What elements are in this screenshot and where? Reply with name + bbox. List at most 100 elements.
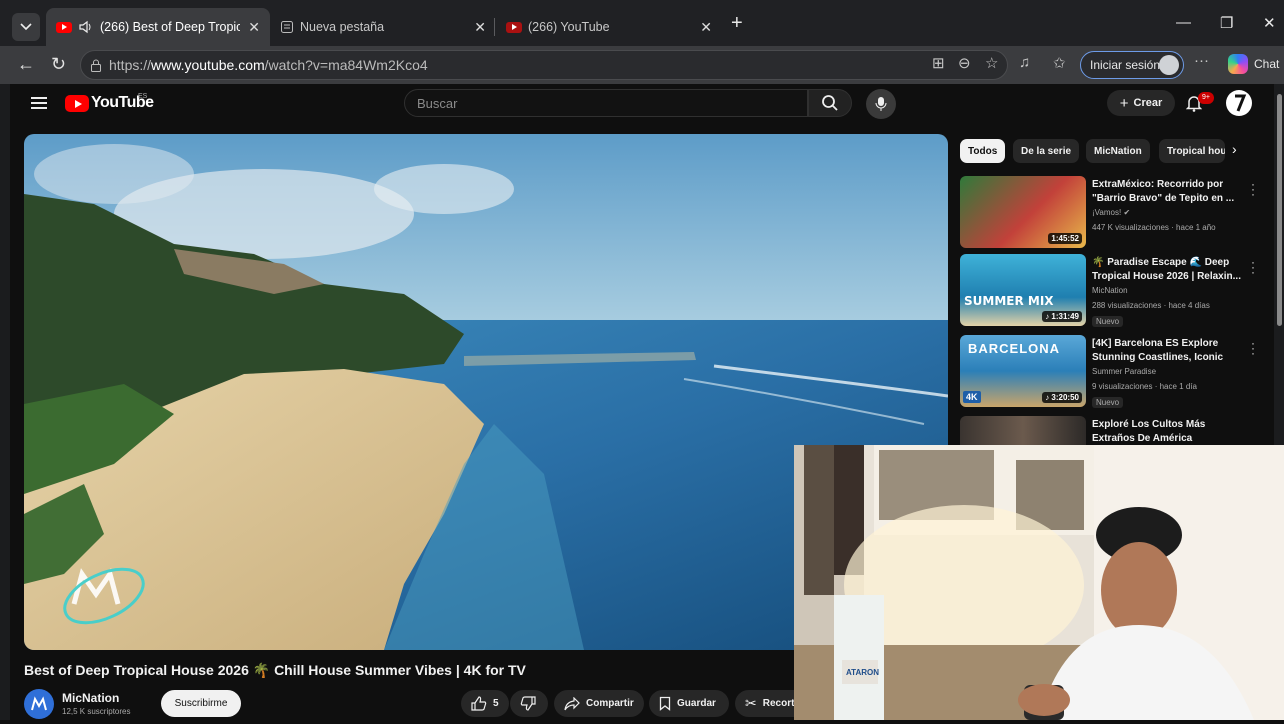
recommendation-meta: 9 visualizaciones · hace 1 día bbox=[1092, 382, 1197, 391]
recommendation-channel: MicNation bbox=[1092, 286, 1128, 295]
video-duration: ♪ 3:20:50 bbox=[1042, 392, 1082, 403]
tab-new-tab[interactable]: Nueva pestaña ✕ bbox=[270, 8, 496, 46]
chip-todos[interactable]: Todos bbox=[960, 139, 1006, 163]
recommendation-channel: ¡Vamos! ✔ bbox=[1092, 208, 1131, 217]
url-path: /watch?v=ma84Wm2Kco4 bbox=[264, 57, 428, 73]
profile-avatar-icon bbox=[1159, 55, 1179, 75]
thumbs-down-icon bbox=[520, 696, 536, 711]
tab-title: (266) Best of Deep Tropical House 2026 🌴… bbox=[100, 19, 241, 34]
4k-badge: 4K bbox=[963, 391, 981, 403]
tab-youtube[interactable]: (266) YouTube ✕ bbox=[496, 8, 722, 46]
recommendation-item[interactable]: SUMMER MIX ♪ 1:31:49 🌴 Paradise Escape 🌊… bbox=[960, 254, 1260, 328]
more-vert-icon[interactable]: · · · bbox=[1251, 178, 1255, 200]
favorite-star-icon[interactable]: ☆ bbox=[985, 54, 998, 72]
save-button[interactable]: Guardar bbox=[649, 690, 729, 717]
scrollbar-thumb[interactable] bbox=[1277, 94, 1282, 326]
country-code: ES bbox=[138, 93, 148, 100]
recommendation-title[interactable]: Exploré Los Cultos Más Extraños De Améri… bbox=[1092, 418, 1242, 446]
video-thumbnail[interactable]: 1:45:52 bbox=[960, 176, 1086, 248]
sign-in-label: Iniciar sesión bbox=[1090, 58, 1161, 72]
restore-icon[interactable]: ❐ bbox=[1220, 14, 1233, 32]
video-thumbnail[interactable]: SUMMER MIX ♪ 1:31:49 bbox=[960, 254, 1086, 326]
app-available-icon[interactable]: ⊞ bbox=[932, 54, 945, 72]
browser-toolbar: ← ↻ https://www.youtube.com/watch?v=ma84… bbox=[0, 46, 1284, 84]
tab-actions-button[interactable] bbox=[12, 13, 40, 41]
verified-check-icon: ✔ bbox=[1123, 208, 1131, 217]
tab-divider bbox=[494, 18, 495, 36]
page-frame-left bbox=[0, 84, 10, 720]
menu-icon[interactable] bbox=[31, 97, 47, 109]
more-vert-icon[interactable]: · · · bbox=[1251, 256, 1255, 278]
thumbnail-text: SUMMER MIX bbox=[964, 294, 1054, 308]
new-badge: Nuevo bbox=[1092, 316, 1124, 327]
new-tab-plus-icon[interactable]: + bbox=[731, 12, 743, 35]
video-thumbnail[interactable] bbox=[960, 416, 1086, 446]
share-label: Compartir bbox=[586, 698, 634, 709]
create-button[interactable]: + Crear bbox=[1107, 90, 1175, 116]
bookmark-icon bbox=[659, 696, 671, 711]
tab-video[interactable]: (266) Best of Deep Tropical House 2026 🌴… bbox=[46, 8, 270, 46]
like-button[interactable]: 5 bbox=[461, 690, 509, 717]
channel-avatar[interactable] bbox=[24, 689, 54, 719]
recommendation-channel: Summer Paradise bbox=[1092, 367, 1157, 376]
search-input[interactable]: Buscar bbox=[404, 89, 808, 117]
recommendation-meta: 288 visualizaciones · hace 4 días bbox=[1092, 301, 1210, 310]
youtube-favicon-icon bbox=[506, 21, 522, 33]
zoom-icon[interactable]: ⊖ bbox=[958, 54, 971, 72]
thumbs-up-icon bbox=[471, 696, 487, 711]
reload-icon[interactable]: ↻ bbox=[51, 54, 66, 75]
more-vert-icon[interactable]: · · · bbox=[1251, 337, 1255, 359]
youtube-logo-icon[interactable] bbox=[65, 95, 89, 112]
scissors-icon: ✂ bbox=[745, 695, 757, 711]
recommendation-title[interactable]: 🌴 Paradise Escape 🌊 Deep Tropical House … bbox=[1092, 256, 1242, 284]
thumbnail-text: BARCELONA bbox=[968, 341, 1061, 356]
account-logo-icon bbox=[1235, 94, 1247, 112]
subscriber-count: 12,5 K suscriptores bbox=[62, 707, 131, 716]
music-note-icon: ♪ bbox=[1045, 312, 1050, 321]
lock-icon bbox=[91, 59, 101, 72]
voice-search-button[interactable] bbox=[866, 89, 896, 119]
webcam-feed: ATARON bbox=[794, 445, 1284, 720]
search-button[interactable] bbox=[808, 89, 852, 117]
share-arrow-icon bbox=[564, 696, 580, 710]
channel-name[interactable]: MicNation bbox=[62, 691, 119, 705]
bottle-label: ATARON bbox=[846, 668, 879, 677]
url-domain: www.youtube.com bbox=[151, 57, 265, 73]
close-icon[interactable]: ✕ bbox=[474, 19, 486, 36]
close-icon[interactable]: ✕ bbox=[248, 19, 260, 36]
chat-label[interactable]: Chat bbox=[1254, 57, 1279, 71]
clip-button[interactable]: ✂ Recortar bbox=[735, 690, 794, 717]
sign-in-button[interactable]: Iniciar sesión bbox=[1080, 51, 1184, 79]
address-bar[interactable]: https://www.youtube.com/watch?v=ma84Wm2K… bbox=[80, 50, 1008, 80]
clip-label: Recortar bbox=[762, 698, 794, 709]
chip-micnation[interactable]: MicNation bbox=[1086, 139, 1150, 163]
favorites-icon[interactable]: ✩ bbox=[1053, 54, 1066, 72]
plus-icon: + bbox=[1119, 94, 1129, 112]
video-thumbnail[interactable]: BARCELONA 4K ♪ 3:20:50 bbox=[960, 335, 1086, 407]
search-placeholder: Buscar bbox=[417, 95, 458, 111]
copilot-icon[interactable] bbox=[1228, 54, 1248, 74]
chevron-right-icon[interactable]: › bbox=[1232, 141, 1237, 157]
speaker-icon bbox=[79, 20, 91, 34]
recommendation-item[interactable]: Exploré Los Cultos Más Extraños De Améri… bbox=[960, 416, 1260, 446]
recommendation-title[interactable]: [4K] Barcelona ES Explore Stunning Coast… bbox=[1092, 337, 1242, 365]
chip-de-la-serie[interactable]: De la serie bbox=[1013, 139, 1080, 163]
chip-tropical-house[interactable]: Tropical house bbox=[1159, 139, 1225, 163]
window-close-icon[interactable]: ✕ bbox=[1263, 14, 1276, 32]
more-options-icon[interactable]: ··· bbox=[1194, 52, 1209, 69]
share-button[interactable]: Compartir bbox=[554, 690, 644, 717]
dislike-button[interactable] bbox=[510, 690, 548, 717]
subscribe-button[interactable]: Suscribirme bbox=[161, 690, 241, 717]
close-icon[interactable]: ✕ bbox=[700, 19, 712, 36]
recommendation-item[interactable]: 1:45:52 ExtraMéxico: Recorrido por "Barr… bbox=[960, 176, 1260, 250]
recommendation-title[interactable]: ExtraMéxico: Recorrido por "Barrio Bravo… bbox=[1092, 178, 1242, 206]
youtube-favicon-icon bbox=[56, 21, 72, 33]
channel-logo-icon bbox=[31, 696, 47, 711]
chevron-down-icon bbox=[20, 23, 32, 31]
recommendation-item[interactable]: BARCELONA 4K ♪ 3:20:50 [4K] Barcelona ES… bbox=[960, 335, 1260, 409]
read-aloud-icon[interactable]: ♫ bbox=[1019, 54, 1030, 71]
new-badge: Nuevo bbox=[1092, 397, 1124, 408]
back-arrow-icon[interactable]: ← bbox=[17, 54, 35, 75]
minimize-icon[interactable]: — bbox=[1176, 14, 1191, 31]
account-avatar[interactable] bbox=[1226, 90, 1252, 116]
